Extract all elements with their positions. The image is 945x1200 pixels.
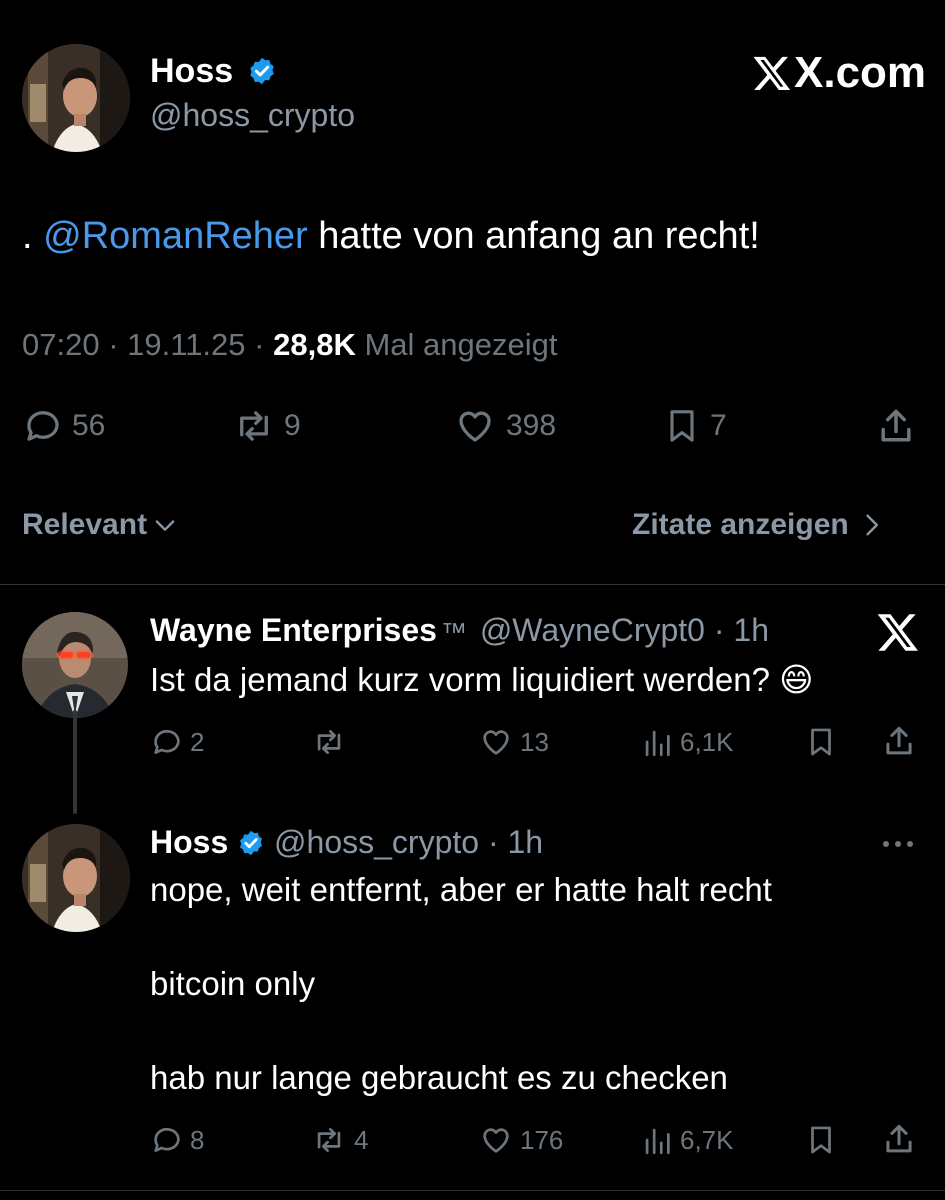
reply-time[interactable]: 1h	[733, 612, 769, 648]
repost-arrows-icon	[240, 411, 268, 441]
speech-bubble-icon	[154, 729, 180, 754]
x-com-watermark: X.com	[752, 48, 926, 98]
chevron-down-icon	[155, 520, 175, 531]
show-quotes-label: Zitate anzeigen	[632, 508, 849, 541]
heart-icon	[483, 730, 509, 755]
views-button[interactable]: 6,7K	[640, 1122, 734, 1158]
heart-icon	[483, 1128, 509, 1153]
reply-button[interactable]: 2	[150, 724, 204, 760]
reply-header: Wayne Enterprises ™ @WayneCrypt0 · 1h	[150, 610, 769, 652]
views-button[interactable]: 6,1K	[640, 724, 734, 760]
views-count: 6,7K	[680, 1124, 734, 1155]
reply-author-name[interactable]: Wayne Enterprises	[150, 612, 437, 648]
like-button[interactable]: 176	[478, 1122, 563, 1158]
tweet-time[interactable]: 07:20	[22, 327, 100, 362]
tweet-text-body: hatte von anfang an recht!	[307, 215, 760, 257]
reply-text-line: bitcoin only	[150, 965, 316, 1002]
chevron-right-icon	[866, 514, 878, 536]
bookmark-button[interactable]	[804, 724, 838, 760]
thread-line	[73, 710, 77, 814]
x-logo-icon	[753, 56, 791, 90]
reply-button[interactable]: 8	[150, 1122, 204, 1158]
more-dots-icon[interactable]	[878, 834, 918, 854]
tweet-meta: 07:20 · 19.11.25 · 28,8K Mal angezeigt	[22, 326, 557, 364]
reply-author-handle[interactable]: @WayneCrypt0	[480, 612, 705, 648]
views-label: Mal angezeigt	[364, 327, 558, 362]
show-quotes-link[interactable]: Zitate anzeigen	[632, 506, 885, 544]
share-upload-icon	[886, 1124, 912, 1153]
tweet-date[interactable]: 19.11.25	[127, 327, 245, 362]
like-count: 13	[520, 726, 549, 757]
repost-arrows-icon	[317, 730, 341, 754]
verified-badge-icon	[240, 830, 263, 855]
repost-button[interactable]: 4	[310, 1122, 368, 1158]
author-name-text[interactable]: Hoss	[150, 52, 233, 90]
repost-count: 9	[284, 409, 301, 442]
share-button[interactable]	[880, 1120, 918, 1158]
reply-count: 8	[190, 1124, 205, 1155]
meta-separator: ·	[487, 824, 499, 860]
speech-bubble-icon	[27, 411, 59, 441]
verified-badge-icon	[249, 57, 274, 85]
views-count: 28,8K	[273, 327, 356, 362]
author-name[interactable]: Hoss	[150, 50, 277, 92]
bar-chart-icon	[645, 1128, 670, 1155]
share-upload-icon	[886, 726, 912, 755]
divider	[0, 584, 945, 585]
tweet-text: . @RomanReher hatte von anfang an recht!	[22, 212, 760, 260]
tweet-text-prefix: .	[22, 215, 44, 257]
bookmark-button[interactable]	[804, 1122, 838, 1158]
share-button[interactable]	[874, 405, 918, 447]
mention-link[interactable]: @RomanReher	[43, 215, 308, 257]
heart-icon	[459, 411, 491, 442]
avatar-image	[22, 824, 130, 932]
bookmark-count: 7	[710, 409, 727, 442]
reply-author-handle[interactable]: @hoss_crypto	[274, 824, 479, 860]
views-count: 6,1K	[680, 726, 734, 757]
reply-header: Hoss @hoss_crypto · 1h	[150, 822, 543, 862]
avatar[interactable]	[22, 612, 128, 718]
share-button[interactable]	[880, 722, 918, 760]
meta-separator: ·	[108, 327, 119, 362]
watermark-text: X.com	[794, 48, 927, 97]
repost-button[interactable]: 9	[232, 405, 301, 447]
reply-text-line: hab nur lange gebraucht es zu checken	[150, 1059, 728, 1096]
repost-arrows-icon	[317, 1128, 341, 1152]
share-upload-icon	[881, 409, 911, 442]
bar-chart-icon	[645, 730, 670, 757]
avatar-image	[22, 612, 128, 718]
avatar-image	[22, 44, 130, 152]
reply-text-line: nope, weit entfernt, aber er hatte halt …	[150, 871, 772, 908]
avatar[interactable]	[22, 44, 130, 152]
avatar[interactable]	[22, 824, 130, 932]
bookmark-button[interactable]: 7	[662, 405, 727, 447]
bookmark-icon	[811, 1126, 831, 1154]
bookmark-icon	[670, 410, 694, 442]
trademark-suffix: ™	[440, 617, 467, 647]
bookmark-icon	[811, 728, 831, 756]
x-logo-icon	[877, 614, 918, 651]
repost-count: 4	[354, 1124, 369, 1155]
meta-separator: ·	[254, 327, 265, 362]
repost-button[interactable]	[310, 724, 354, 760]
speech-bubble-icon	[154, 1127, 180, 1152]
reply-text: Ist da jemand kurz vorm liquidiert werde…	[150, 661, 814, 698]
reply-count: 56	[72, 409, 106, 442]
like-count: 176	[520, 1124, 564, 1155]
divider	[0, 1190, 945, 1191]
reply-time[interactable]: 1h	[507, 824, 543, 860]
like-button[interactable]: 13	[478, 724, 549, 760]
sort-dropdown[interactable]: Relevant	[22, 506, 179, 544]
reply-button[interactable]: 56	[22, 405, 105, 447]
reply-count: 2	[190, 726, 205, 757]
sort-label: Relevant	[22, 508, 148, 541]
author-handle[interactable]: @hoss_crypto	[150, 95, 355, 135]
reply-author-name[interactable]: Hoss	[150, 824, 228, 860]
like-count: 398	[506, 409, 557, 442]
meta-separator: ·	[713, 612, 725, 648]
like-button[interactable]: 398	[452, 405, 556, 447]
